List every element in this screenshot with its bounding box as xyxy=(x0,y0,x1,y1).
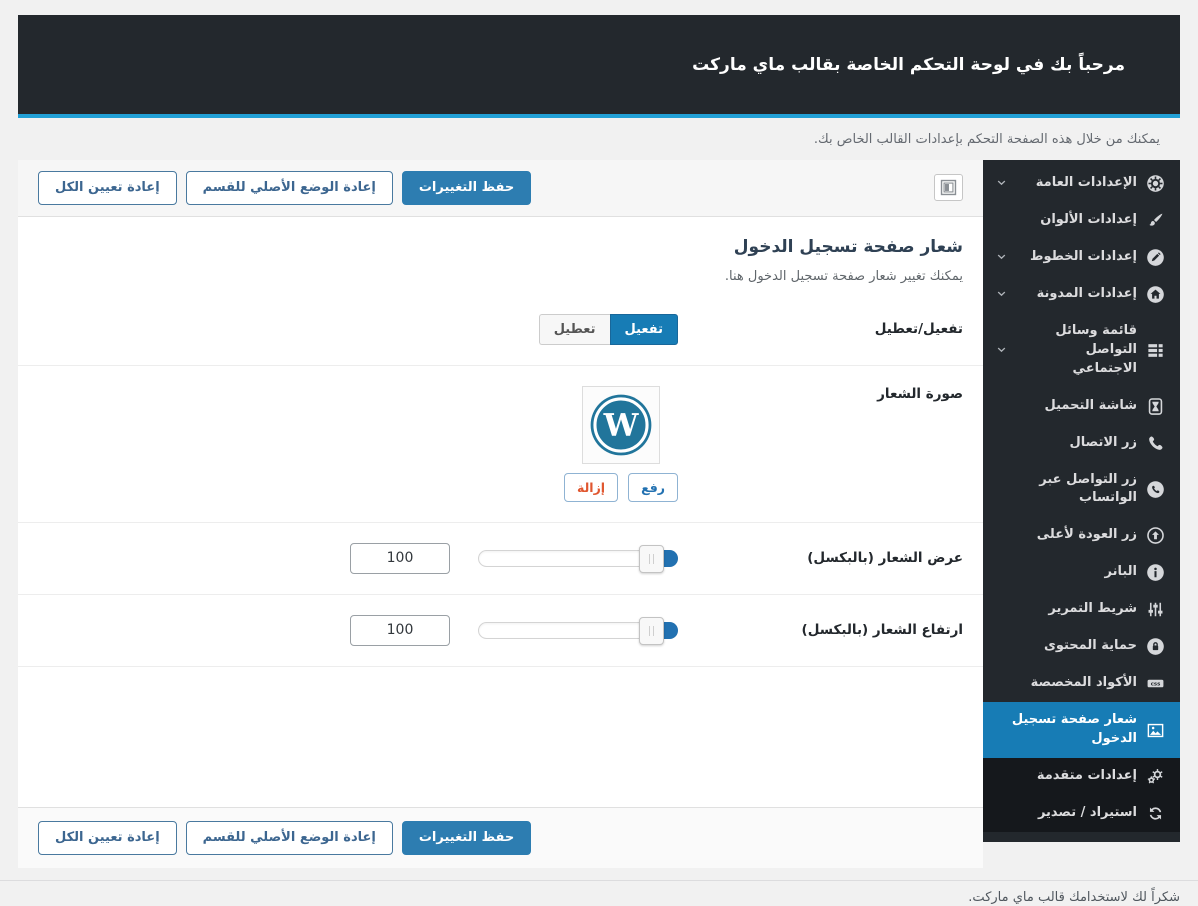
pencil-circle-icon xyxy=(1146,248,1165,267)
chevron-down-icon xyxy=(995,177,1008,190)
sidebar-item-login-page-logo[interactable]: شعار صفحة تسجيل الدخول xyxy=(983,702,1180,758)
sidebar-item-label: زر التواصل عبر الواتساب xyxy=(1039,471,1137,506)
sidebar-item-label: استيراد / تصدير xyxy=(1037,804,1137,820)
sidebar-item-import-export[interactable]: استيراد / تصدير xyxy=(983,794,1180,832)
logo-image-label: صورة الشعار xyxy=(877,385,963,402)
sidebar-item-color-settings[interactable]: إعدادات الألوان xyxy=(983,202,1180,239)
sidebar-item-slider[interactable]: شريط التمرير xyxy=(983,591,1180,628)
footer-thanks-text: شكراً لك لاستخدامك قالب ماي ماركت. xyxy=(968,890,1180,905)
logo-width-input[interactable] xyxy=(350,542,450,574)
logo-height-input[interactable] xyxy=(350,614,450,646)
sidebar-item-back-to-top-button[interactable]: زر العودة لأعلى xyxy=(983,517,1180,554)
remove-button[interactable]: إزالة xyxy=(564,472,619,502)
reset-all-button-bottom[interactable]: إعادة تعيين الكل xyxy=(38,821,177,855)
content-panel: حفظ التغييرات إعادة الوضع الأصلي للقسم إ… xyxy=(18,160,983,868)
logo-image-row: صورة الشعار W رفع إزالة xyxy=(18,366,983,523)
upload-button[interactable]: رفع xyxy=(628,472,678,502)
bottom-toolbar: حفظ التغييرات إعادة الوضع الأصلي للقسم إ… xyxy=(18,807,983,868)
css-badge-icon xyxy=(1146,674,1165,693)
top-toolbar: حفظ التغييرات إعادة الوضع الأصلي للقسم إ… xyxy=(18,160,983,217)
sliders-icon xyxy=(1146,600,1165,619)
sidebar-item-label: إعدادات متقدمة xyxy=(1036,767,1137,783)
section-description: يمكنك تغيير شعار صفحة تسجيل الدخول هنا. xyxy=(724,268,963,284)
panel-toggle-button[interactable] xyxy=(934,174,963,202)
section-head: شعار صفحة تسجيل الدخول يمكنك تغيير شعار … xyxy=(18,217,983,294)
sidebar-item-custom-codes[interactable]: الأكواد المخصصة xyxy=(983,665,1180,702)
logo-preview: W xyxy=(582,385,661,464)
sidebar-nav: الإعدادات العامة إعدادات الألوان إعدادات… xyxy=(983,160,1180,842)
page-subtitle-bar: يمكنك من خلال هذه الصفحة التحكم بإعدادات… xyxy=(18,118,1180,160)
save-changes-button-top[interactable]: حفظ التغييرات xyxy=(401,171,532,205)
sidebar-item-banner[interactable]: البانر xyxy=(983,554,1180,591)
welcome-title: مرحباً بك في لوحة التحكم الخاصة بقالب ما… xyxy=(692,54,1125,75)
image-icon xyxy=(1146,721,1165,740)
top-button-group: حفظ التغييرات إعادة الوضع الأصلي للقسم إ… xyxy=(38,171,532,205)
sidebar-item-label: البانر xyxy=(1104,564,1138,580)
hourglass-icon xyxy=(1146,397,1165,416)
welcome-banner: مرحباً بك في لوحة التحكم الخاصة بقالب ما… xyxy=(18,15,1180,118)
phone-circle-icon xyxy=(1146,480,1165,499)
sidebar-item-label: الإعدادات العامة xyxy=(1035,175,1137,191)
sidebar-item-content-protection[interactable]: حماية المحتوى xyxy=(983,628,1180,665)
sidebar-item-label: شريط التمرير xyxy=(1048,601,1137,617)
logo-height-label: ارتفاع الشعار (بالبكسل) xyxy=(801,622,963,639)
brush-icon xyxy=(1146,211,1165,230)
sidebar-item-label: إعدادات الخطوط xyxy=(1029,249,1137,265)
enable-label: تفعيل/تعطيل xyxy=(874,321,963,338)
sidebar-item-label: إعدادات المدونة xyxy=(1036,286,1137,302)
phone-icon xyxy=(1146,434,1165,453)
sidebar-item-font-settings[interactable]: إعدادات الخطوط xyxy=(983,239,1180,276)
logo-height-slider[interactable] xyxy=(478,616,678,645)
list-icon xyxy=(1146,341,1165,360)
wordpress-logo: W xyxy=(590,394,652,455)
layout-panel-icon xyxy=(938,178,959,197)
chevron-down-icon xyxy=(995,344,1008,357)
logo-width-slider-handle[interactable] xyxy=(639,544,664,573)
enable-toggle: تفعيل تعطيل xyxy=(538,313,678,345)
sidebar-item-label: الأكواد المخصصة xyxy=(1030,675,1137,691)
sidebar-item-label: زر العودة لأعلى xyxy=(1036,527,1137,543)
gears-icon xyxy=(1146,767,1165,786)
sidebar-item-label: قائمة وسائل التواصل الاجتماعي xyxy=(1055,323,1137,376)
svg-text:W: W xyxy=(603,407,640,443)
logo-width-label: عرض الشعار (بالبكسل) xyxy=(807,550,963,567)
sidebar-item-label: إعدادات الألوان xyxy=(1040,212,1137,228)
sidebar-item-label: حماية المحتوى xyxy=(1043,638,1137,654)
logo-width-row: عرض الشعار (بالبكسل) xyxy=(18,523,983,595)
bottom-button-group: حفظ التغييرات إعادة الوضع الأصلي للقسم إ… xyxy=(38,821,532,855)
sidebar-item-blog-settings[interactable]: إعدادات المدونة xyxy=(983,276,1180,313)
info-circle-icon xyxy=(1146,563,1165,582)
save-changes-button-bottom[interactable]: حفظ التغييرات xyxy=(401,821,532,855)
sidebar-item-label: شاشة التحميل xyxy=(1044,397,1138,413)
sync-icon xyxy=(1146,804,1165,823)
main-area: الإعدادات العامة إعدادات الألوان إعدادات… xyxy=(18,160,1180,868)
chevron-down-icon xyxy=(995,288,1008,301)
lock-circle-icon xyxy=(1146,637,1165,656)
admin-page: مرحباً بك في لوحة التحكم الخاصة بقالب ما… xyxy=(0,0,1198,868)
sidebar-item-loading-screen[interactable]: شاشة التحميل xyxy=(983,388,1180,425)
reset-section-button-bottom[interactable]: إعادة الوضع الأصلي للقسم xyxy=(185,821,393,855)
reset-section-button-top[interactable]: إعادة الوضع الأصلي للقسم xyxy=(185,171,393,205)
toggle-on-button[interactable]: تفعيل xyxy=(609,313,678,345)
reset-all-button-top[interactable]: إعادة تعيين الكل xyxy=(38,171,177,205)
arrow-up-circle-icon xyxy=(1146,526,1165,545)
logo-height-slider-handle[interactable] xyxy=(639,616,664,645)
chevron-down-icon xyxy=(995,251,1008,264)
page-footer: شكراً لك لاستخدامك قالب ماي ماركت. xyxy=(0,880,1198,905)
section-title: شعار صفحة تسجيل الدخول xyxy=(733,236,963,257)
sidebar-item-label: زر الاتصال xyxy=(1069,434,1137,450)
gear-circle-icon xyxy=(1146,174,1165,193)
sidebar-item-whatsapp-button[interactable]: زر التواصل عبر الواتساب xyxy=(983,462,1180,518)
logo-height-row: ارتفاع الشعار (بالبكسل) xyxy=(18,595,983,667)
sidebar-item-label: شعار صفحة تسجيل الدخول xyxy=(1011,712,1137,747)
home-circle-icon xyxy=(1146,285,1165,304)
enable-row: تفعيل/تعطيل تفعيل تعطيل xyxy=(18,294,983,366)
toggle-off-button[interactable]: تعطيل xyxy=(538,313,610,345)
sidebar-item-advanced-settings[interactable]: إعدادات متقدمة xyxy=(983,757,1180,795)
sidebar-item-general-settings[interactable]: الإعدادات العامة xyxy=(983,165,1180,202)
sidebar-item-call-button[interactable]: زر الاتصال xyxy=(983,425,1180,462)
page-subtitle: يمكنك من خلال هذه الصفحة التحكم بإعدادات… xyxy=(813,131,1160,147)
sidebar-item-social-media-menu[interactable]: قائمة وسائل التواصل الاجتماعي xyxy=(983,313,1180,388)
logo-width-slider[interactable] xyxy=(478,544,678,573)
